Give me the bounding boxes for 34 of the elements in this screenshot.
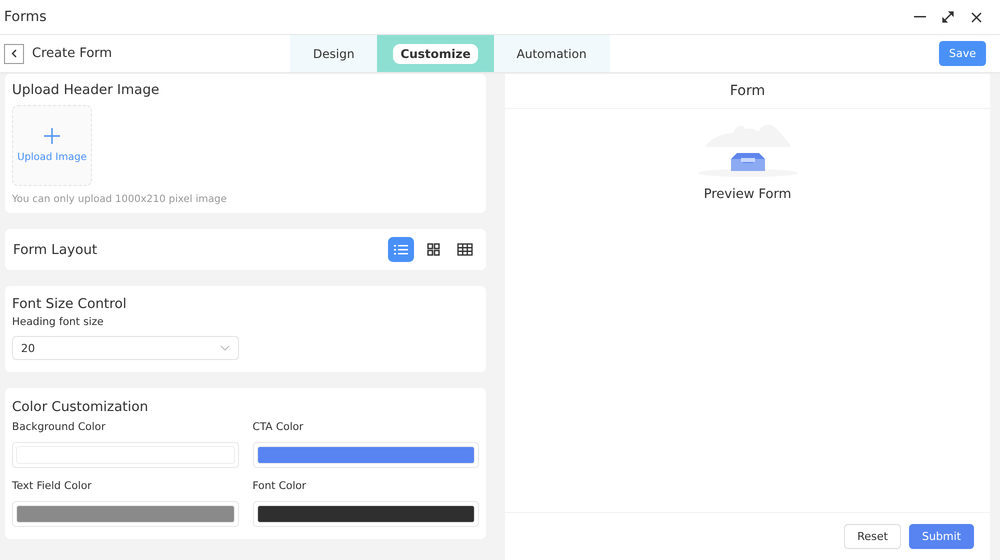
list-layout-button[interactable] bbox=[388, 237, 414, 262]
preview-title: Form bbox=[505, 74, 990, 109]
field-label: Heading font size bbox=[12, 316, 105, 328]
grid-icon bbox=[426, 243, 440, 256]
field-label: Text Field Color bbox=[12, 480, 93, 492]
section-title: Form Layout bbox=[13, 242, 98, 258]
table-icon bbox=[457, 243, 473, 256]
preview-empty-text: Preview Form bbox=[704, 187, 792, 202]
color-picker[interactable] bbox=[12, 501, 238, 527]
submit-button[interactable]: Submit bbox=[908, 524, 974, 549]
section-title: Font Size Control bbox=[12, 296, 128, 312]
back-button[interactable] bbox=[4, 44, 24, 64]
reset-button[interactable]: Reset bbox=[844, 524, 901, 549]
upload-hint: You can only upload 1000x210 pixel image bbox=[12, 194, 228, 205]
page-title: Create Form bbox=[32, 46, 114, 61]
list-icon bbox=[394, 244, 408, 256]
field-label: Font Color bbox=[252, 480, 308, 492]
chevron-down-icon bbox=[220, 345, 230, 351]
section-title: Color Customization bbox=[12, 399, 150, 415]
color-picker[interactable] bbox=[252, 501, 479, 527]
field-label: CTA Color bbox=[252, 421, 304, 433]
chevron-left-icon bbox=[11, 49, 17, 58]
tab[interactable]: Customize bbox=[377, 35, 494, 72]
font-size-select[interactable]: 20 bbox=[12, 336, 239, 360]
close-icon bbox=[970, 12, 982, 22]
section-title: Upload Header Image bbox=[12, 82, 160, 98]
plus-icon bbox=[44, 128, 60, 144]
field-label: Background Color bbox=[12, 421, 106, 433]
tab[interactable]: Automation bbox=[494, 35, 610, 72]
tab[interactable]: Design bbox=[290, 35, 378, 72]
window-title: Forms bbox=[4, 9, 48, 25]
maximize-icon bbox=[942, 11, 954, 23]
minimize-icon bbox=[914, 16, 926, 18]
color-picker[interactable] bbox=[252, 442, 479, 468]
